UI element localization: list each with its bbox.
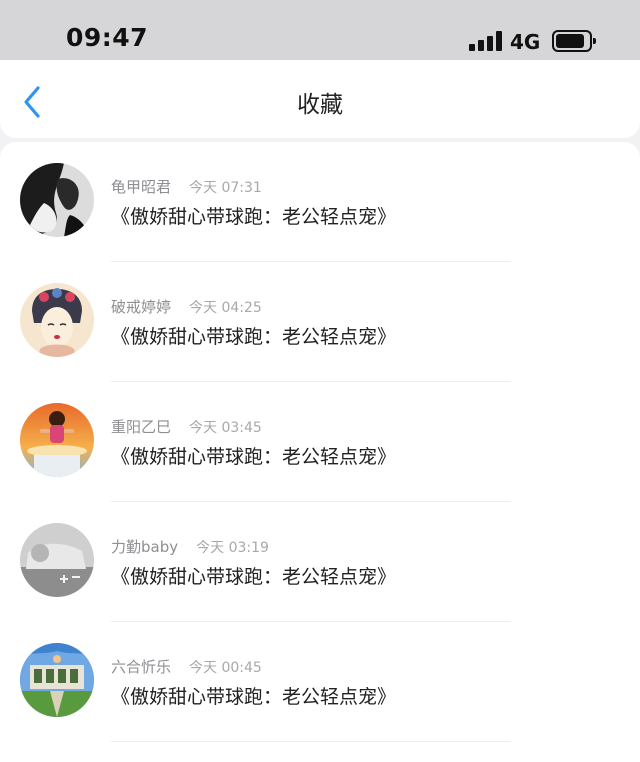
item-time: 今天 00:45 bbox=[189, 660, 262, 676]
item-title: 《傲娇甜心带球跑：老公轻点宠》 bbox=[111, 566, 397, 588]
nav-bar: 收藏 bbox=[0, 60, 640, 138]
status-bar: 09:47 4G bbox=[0, 0, 640, 60]
author-name: 力勤baby bbox=[111, 538, 179, 556]
item-title: 《傲娇甜心带球跑：老公轻点宠》 bbox=[111, 206, 397, 228]
author-name: 重阳乙巳 bbox=[111, 418, 172, 436]
list-item[interactable]: 力勤baby 今天 03:19 《傲娇甜心带球跑：老公轻点宠》 bbox=[0, 502, 640, 622]
list-item[interactable]: 破戒婷婷 今天 04:25 《傲娇甜心带球跑：老公轻点宠》 bbox=[0, 262, 640, 382]
battery-icon bbox=[552, 30, 596, 52]
list-item[interactable]: 龟甲昭君 今天 07:31 《傲娇甜心带球跑：老公轻点宠》 bbox=[0, 142, 640, 262]
avatar bbox=[20, 163, 94, 237]
item-title: 《傲娇甜心带球跑：老公轻点宠》 bbox=[111, 446, 397, 468]
network-label: 4G bbox=[510, 30, 541, 54]
author-name: 破戒婷婷 bbox=[111, 298, 172, 316]
avatar bbox=[20, 403, 94, 477]
signal-bars-icon bbox=[469, 31, 503, 51]
item-meta: 力勤baby 今天 03:19 bbox=[111, 536, 269, 557]
item-title: 《傲娇甜心带球跑：老公轻点宠》 bbox=[111, 686, 397, 708]
status-time: 09:47 bbox=[66, 23, 149, 52]
back-button[interactable] bbox=[18, 84, 48, 120]
item-meta: 六合忻乐 今天 00:45 bbox=[111, 656, 262, 677]
item-time: 今天 03:45 bbox=[189, 420, 262, 436]
author-name: 龟甲昭君 bbox=[111, 178, 172, 196]
item-meta: 重阳乙巳 今天 03:45 bbox=[111, 416, 262, 437]
item-time: 今天 03:19 bbox=[196, 540, 269, 556]
item-meta: 破戒婷婷 今天 04:25 bbox=[111, 296, 262, 317]
avatar bbox=[20, 643, 94, 717]
chevron-left-icon bbox=[24, 86, 40, 118]
item-meta: 龟甲昭君 今天 07:31 bbox=[111, 176, 262, 197]
item-time: 今天 07:31 bbox=[189, 180, 262, 196]
avatar bbox=[20, 283, 94, 357]
item-title: 《傲娇甜心带球跑：老公轻点宠》 bbox=[111, 326, 397, 348]
author-name: 六合忻乐 bbox=[111, 658, 172, 676]
favorites-list: 龟甲昭君 今天 07:31 《傲娇甜心带球跑：老公轻点宠》 破戒婷婷 今天 04:2… bbox=[0, 142, 640, 762]
page-title: 收藏 bbox=[297, 92, 343, 118]
avatar bbox=[20, 523, 94, 597]
list-item[interactable]: 重阳乙巳 今天 03:45 《傲娇甜心带球跑：老公轻点宠》 bbox=[0, 382, 640, 502]
divider bbox=[111, 741, 511, 742]
item-time: 今天 04:25 bbox=[189, 300, 262, 316]
list-item[interactable]: 六合忻乐 今天 00:45 《傲娇甜心带球跑：老公轻点宠》 bbox=[0, 622, 640, 742]
